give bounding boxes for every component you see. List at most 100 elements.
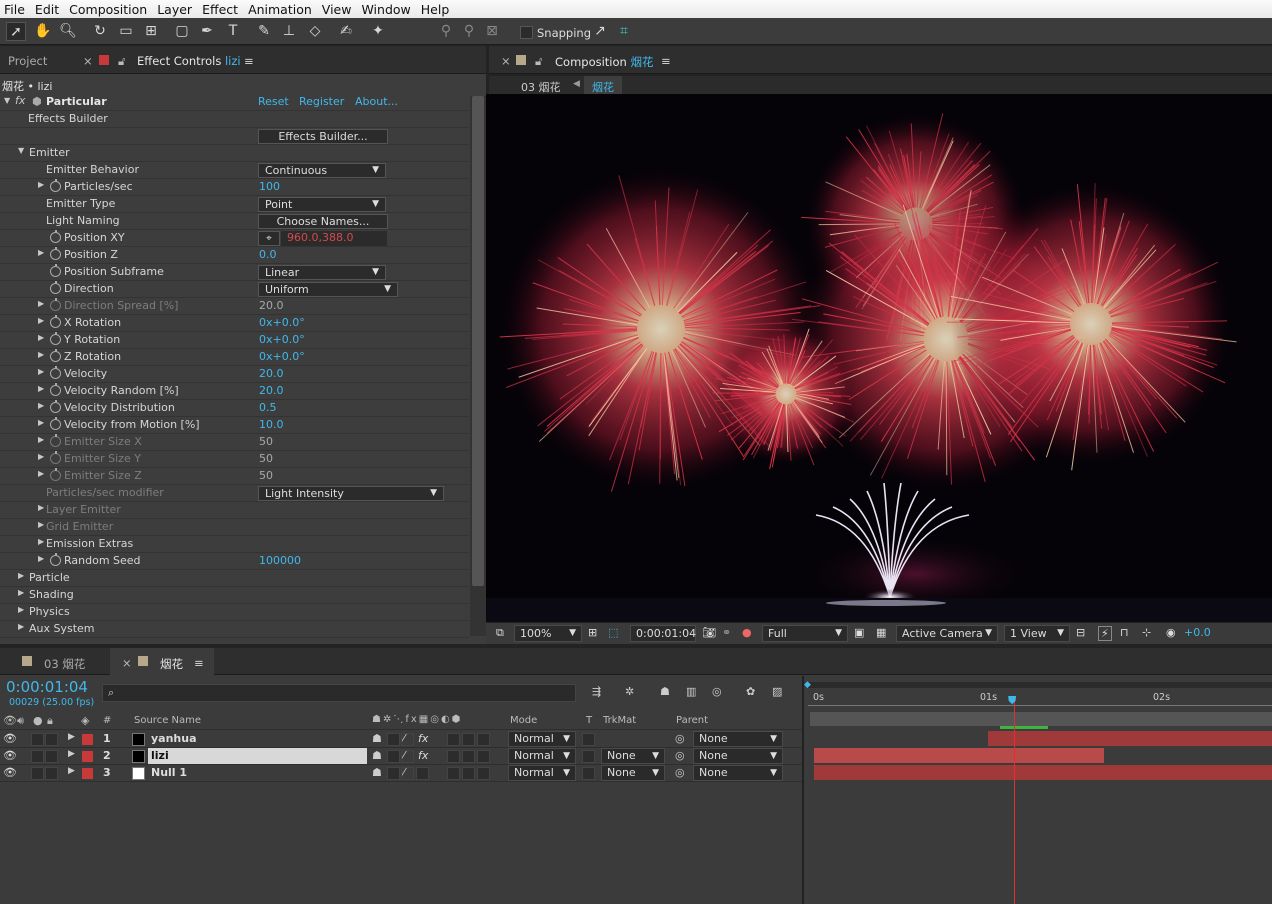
frame-blend-switch[interactable] xyxy=(447,750,460,763)
menu-file[interactable]: File xyxy=(0,2,29,17)
effect-param-dropdown[interactable]: Light Intensity ▼ xyxy=(258,486,444,501)
effect-controls-scrollbar[interactable] xyxy=(470,96,486,636)
frame-blending-icon[interactable]: ▥ xyxy=(686,685,696,698)
visibility-eye-icon[interactable]: 👁︎ xyxy=(3,766,17,779)
effect-param-dropdown[interactable]: Uniform ▼ xyxy=(258,282,398,297)
close-icon[interactable]: × xyxy=(122,656,132,670)
menu-animation[interactable]: Animation xyxy=(244,2,316,17)
selection-tool-icon[interactable]: ➚ xyxy=(6,22,26,41)
type-tool-icon[interactable]: T xyxy=(223,22,243,41)
effect-param-value[interactable]: 100000 xyxy=(259,554,301,567)
preserve-transparency-switch[interactable] xyxy=(582,733,595,746)
expand-closed-icon[interactable]: ▶ xyxy=(38,350,44,359)
flowchart-icon[interactable]: ⊹ xyxy=(1142,626,1151,639)
menu-view[interactable]: View xyxy=(318,2,356,17)
expand-open-icon[interactable]: ▼ xyxy=(18,146,24,155)
current-time-display[interactable]: 0:00:01:04 xyxy=(630,625,696,642)
effect-param-value[interactable]: 0.0 xyxy=(259,248,277,261)
effect-param-value[interactable]: 0x+0.0° xyxy=(259,333,305,346)
col-source-name[interactable]: Source Name xyxy=(134,715,201,726)
reset-link[interactable]: Reset xyxy=(258,95,289,108)
stopwatch-icon[interactable] xyxy=(50,400,61,413)
expand-closed-icon[interactable]: ▶ xyxy=(38,401,44,410)
effect-param-value[interactable]: 50 xyxy=(259,452,273,465)
world-axis-icon[interactable]: ⚲ xyxy=(459,22,479,41)
shy-switch-icon[interactable]: ☗ xyxy=(372,732,382,745)
layer-bar-lizi[interactable] xyxy=(814,748,1104,763)
stopwatch-icon[interactable] xyxy=(50,332,61,345)
show-snapshot-icon[interactable]: ⚭ xyxy=(722,626,731,639)
stopwatch-icon[interactable] xyxy=(50,230,61,243)
effect-param-value[interactable]: 100 xyxy=(259,180,280,193)
expand-closed-icon[interactable]: ▶ xyxy=(18,588,24,597)
expand-closed-icon[interactable]: ▶ xyxy=(38,537,44,546)
camera-dropdown[interactable]: Active Camera ▼ xyxy=(896,625,998,642)
layer-bar-null[interactable] xyxy=(814,765,1272,780)
shy-switch-icon[interactable]: ☗ xyxy=(372,749,382,762)
preserve-transparency-switch[interactable] xyxy=(582,750,595,763)
expand-closed-icon[interactable]: ▶ xyxy=(18,605,24,614)
register-link[interactable]: Register xyxy=(299,95,344,108)
stopwatch-icon[interactable] xyxy=(50,315,61,328)
timeline-graph-area[interactable]: ◆ 0s 01s 02s ⛊ xyxy=(802,676,1272,904)
playhead-line[interactable] xyxy=(1014,696,1015,904)
frame-blend-switch[interactable] xyxy=(447,767,460,780)
time-ruler[interactable]: 0s 01s 02s xyxy=(808,689,1272,711)
solo-switch[interactable] xyxy=(31,767,44,780)
motion-blur-switch[interactable] xyxy=(462,767,475,780)
parent-dropdown[interactable]: None ▼ xyxy=(693,765,783,781)
trkmat-dropdown[interactable]: None ▼ xyxy=(601,748,665,764)
expand-closed-icon[interactable]: ▶ xyxy=(38,299,44,308)
hand-tool-icon[interactable]: ✋ xyxy=(33,22,53,41)
effect-param-value[interactable]: 10.0 xyxy=(259,418,284,431)
work-area-bar[interactable] xyxy=(808,682,1272,688)
transparency-grid-icon[interactable]: ▦ xyxy=(876,626,886,639)
tab-timeline-main[interactable]: 烟花 xyxy=(160,656,183,672)
visibility-eye-icon[interactable]: 👁︎ xyxy=(3,749,17,762)
expand-closed-icon[interactable]: ▶ xyxy=(38,316,44,325)
fx-icon[interactable]: fx xyxy=(15,94,25,107)
expand-closed-icon[interactable]: ▶ xyxy=(38,435,44,444)
effect-param-value[interactable]: 20.0 xyxy=(259,299,284,312)
solo-switch[interactable] xyxy=(31,733,44,746)
brainstorm-icon[interactable]: ✿ xyxy=(746,685,755,698)
view-axis-icon[interactable]: ⊠ xyxy=(482,22,502,41)
expand-closed-icon[interactable]: ▶ xyxy=(38,180,44,189)
panel-menu-icon[interactable]: ≡ xyxy=(244,54,254,68)
rectangle-tool-icon[interactable]: ▢ xyxy=(172,22,192,41)
comp-mini-flowchart-icon[interactable]: ⇶ xyxy=(592,685,601,698)
playhead-icon[interactable]: ⛊ xyxy=(1008,694,1020,707)
adjustment-switch[interactable] xyxy=(477,733,490,746)
expand-closed-icon[interactable]: ▶ xyxy=(18,571,24,580)
exposure-value[interactable]: +0.0 xyxy=(1184,626,1211,639)
tab-timeline-03[interactable]: 03 烟花 xyxy=(44,656,85,672)
mask-visibility-icon[interactable]: ⬚ xyxy=(608,626,618,639)
stopwatch-icon[interactable] xyxy=(50,417,61,430)
preserve-transparency-switch[interactable] xyxy=(582,767,595,780)
eraser-tool-icon[interactable]: ◇ xyxy=(305,22,325,41)
expand-closed-icon[interactable]: ▶ xyxy=(38,452,44,461)
fast-previews-icon[interactable]: ⚡ xyxy=(1098,626,1112,641)
collapse-switch[interactable] xyxy=(387,767,400,780)
menu-window[interactable]: Window xyxy=(357,2,414,17)
layer-name[interactable]: yanhua xyxy=(151,732,197,745)
stopwatch-icon[interactable] xyxy=(50,553,61,566)
roto-brush-tool-icon[interactable]: ✍ xyxy=(336,22,356,41)
snap-features-icon[interactable]: ⌗ xyxy=(614,22,634,41)
lock-switch[interactable] xyxy=(45,767,58,780)
fx-icon[interactable]: fx xyxy=(418,749,428,762)
breadcrumb-comp-1[interactable]: 03 烟花 xyxy=(521,79,561,95)
graph-editor-icon[interactable]: ▨ xyxy=(772,685,782,698)
expand-closed-icon[interactable]: ▶ xyxy=(38,367,44,376)
panel-menu-icon[interactable]: ≡ xyxy=(661,54,671,68)
collapse-switch[interactable] xyxy=(387,750,400,763)
camera-tool-icon[interactable]: ▭ xyxy=(116,22,136,41)
trkmat-dropdown[interactable]: None ▼ xyxy=(601,765,665,781)
expand-closed-icon[interactable]: ▶ xyxy=(38,248,44,257)
shy-switch-icon[interactable]: ☗ xyxy=(372,766,382,779)
blend-mode-dropdown[interactable]: Normal ▼ xyxy=(508,765,576,781)
parent-dropdown[interactable]: None ▼ xyxy=(693,731,783,747)
col-mode[interactable]: Mode xyxy=(510,715,537,726)
expand-closed-icon[interactable]: ▶ xyxy=(38,469,44,478)
fx-icon[interactable]: fx xyxy=(418,732,428,745)
